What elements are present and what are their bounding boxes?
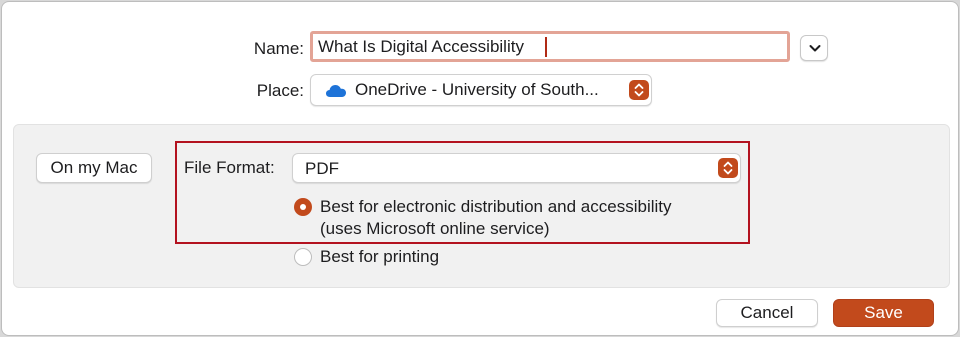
file-format-label: File Format: bbox=[184, 158, 275, 177]
text-caret bbox=[545, 37, 547, 57]
expand-dialog-button[interactable] bbox=[800, 35, 828, 61]
place-value: OneDrive - University of South... bbox=[355, 80, 599, 99]
radio-label-printing: Best for printing bbox=[320, 247, 440, 266]
radio-label-line-2: (uses Microsoft online service) bbox=[320, 219, 550, 238]
save-dialog: Name: Place: OneDrive - University of So… bbox=[1, 1, 959, 336]
file-format-select[interactable]: PDF bbox=[292, 153, 741, 183]
radio-electronic-distribution[interactable] bbox=[294, 198, 312, 216]
name-label: Name: bbox=[253, 39, 304, 58]
onedrive-cloud-icon bbox=[326, 85, 346, 97]
save-button[interactable]: Save bbox=[833, 299, 934, 327]
radio-label-electronic-distribution: Best for electronic distribution and acc… bbox=[320, 196, 672, 240]
place-stepper[interactable] bbox=[629, 80, 649, 100]
cancel-button[interactable]: Cancel bbox=[716, 299, 818, 327]
up-down-chevrons-icon bbox=[723, 161, 733, 175]
place-select[interactable]: OneDrive - University of South... bbox=[310, 74, 652, 106]
up-down-chevrons-icon bbox=[634, 83, 644, 97]
name-input[interactable] bbox=[313, 34, 787, 59]
file-format-stepper[interactable] bbox=[718, 158, 738, 178]
file-format-value: PDF bbox=[305, 159, 339, 178]
place-label: Place: bbox=[256, 81, 304, 100]
radio-printing[interactable] bbox=[294, 248, 312, 266]
on-my-mac-button[interactable]: On my Mac bbox=[36, 153, 152, 183]
name-field[interactable] bbox=[310, 31, 790, 62]
chevron-down-icon bbox=[809, 45, 821, 52]
radio-label-line-1: Best for electronic distribution and acc… bbox=[320, 197, 672, 216]
